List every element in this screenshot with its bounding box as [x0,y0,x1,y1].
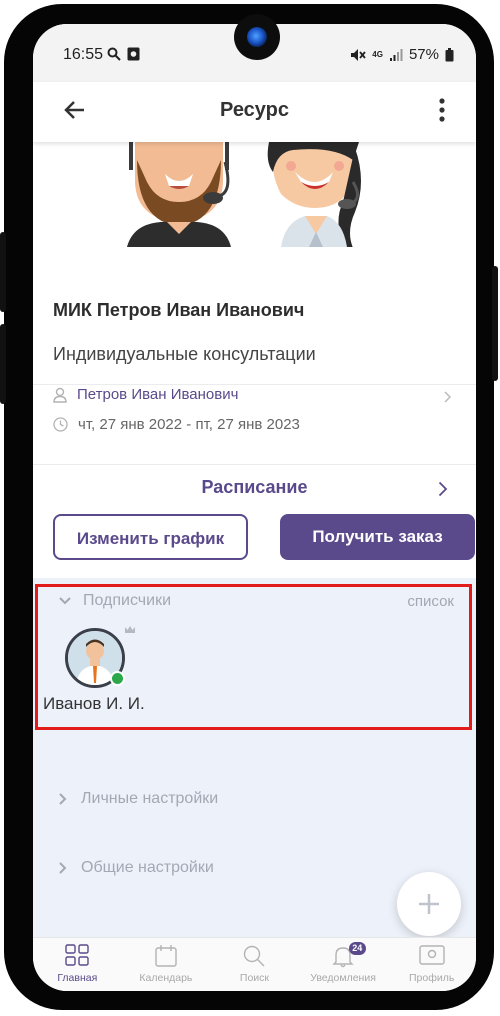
divider [33,384,476,385]
phone-screen: 16:55 4G 57% Ресурс МИК Петров Иван Иван… [33,24,476,991]
chevron-right-icon[interactable] [444,391,452,403]
profile-card-icon [418,945,445,965]
general-settings-section[interactable]: Общие настройки [59,859,214,877]
side-button-left [0,232,6,312]
resource-title: МИК Петров Иван Иванович [53,300,305,320]
resource-period: чт, 27 янв 2022 - пт, 27 янв 2023 [78,416,300,433]
chevron-down-icon[interactable] [59,597,71,605]
chevron-right-icon [59,862,67,874]
nav-search[interactable]: Поиск [210,938,299,991]
clock-icon [53,417,68,432]
search-status-icon [107,47,121,61]
nav-calendar-label: Календарь [139,972,193,984]
personal-settings-section[interactable]: Личные настройки [59,790,218,808]
resource-owner-row[interactable]: Петров Иван Иванович [53,386,238,403]
crown-icon [125,626,135,633]
nav-calendar[interactable]: Календарь [122,938,211,991]
nav-notifications[interactable]: 24 Уведомления [299,938,388,991]
online-status-dot [110,671,125,686]
schedule-label[interactable]: Расписание [33,477,476,498]
mute-icon [351,48,366,61]
subscriber-name[interactable]: Иванов И. И. [43,694,145,714]
nav-home[interactable]: Главная [33,938,122,991]
owner-name[interactable]: Петров Иван Иванович [77,386,238,403]
change-schedule-button[interactable]: Изменить график [53,514,248,560]
nav-profile-label: Профиль [409,972,455,984]
battery-percent: 57% [408,46,439,63]
side-button-right [492,266,498,381]
status-time: 16:55 [63,46,104,63]
general-settings-label: Общие настройки [81,859,214,876]
plus-icon [419,894,439,914]
get-order-button[interactable]: Получить заказ [280,514,475,560]
person-icon [53,387,67,403]
battery-icon [445,47,454,61]
add-button[interactable] [397,872,461,936]
phone-frame: 16:55 4G 57% Ресурс МИК Петров Иван Иван… [0,4,498,1010]
consultants-illustration [127,142,361,247]
network-type: 4G [372,50,383,59]
side-button-left-2 [0,324,6,404]
subscribers-header[interactable]: Подписчики [59,592,171,610]
front-camera [234,14,280,60]
nav-profile[interactable]: Профиль [387,938,476,991]
signal-icon [389,48,403,61]
nav-search-label: Поиск [239,972,270,984]
notifications-badge: 24 [348,942,366,955]
schedule-row[interactable]: Расписание [33,464,476,516]
personal-settings-label: Личные настройки [81,790,219,807]
nav-home-label: Главная [57,972,98,984]
resource-content: МИК Петров Иван Иванович Индивидуальные … [33,142,476,937]
app-bar: Ресурс [33,82,476,142]
calendar-icon [155,945,177,967]
search-icon [244,945,265,967]
chevron-right-icon[interactable] [438,481,448,497]
subscribers-view-toggle[interactable]: список [407,593,454,610]
notification-app-icon [127,47,140,61]
page-title: Ресурс [219,99,290,121]
resource-period-row: чт, 27 янв 2022 - пт, 27 янв 2023 [53,416,300,433]
grid-icon [65,944,89,966]
bottom-navigation: Главная Календарь Поиск 24 Уведомления П… [33,937,476,991]
resource-subtitle: Индивидуальные консультации [53,344,316,364]
more-vertical-icon[interactable] [438,98,446,122]
chevron-right-icon [59,793,67,805]
nav-notifications-label: Уведомления [310,972,376,984]
subscribers-title: Подписчики [83,592,172,609]
